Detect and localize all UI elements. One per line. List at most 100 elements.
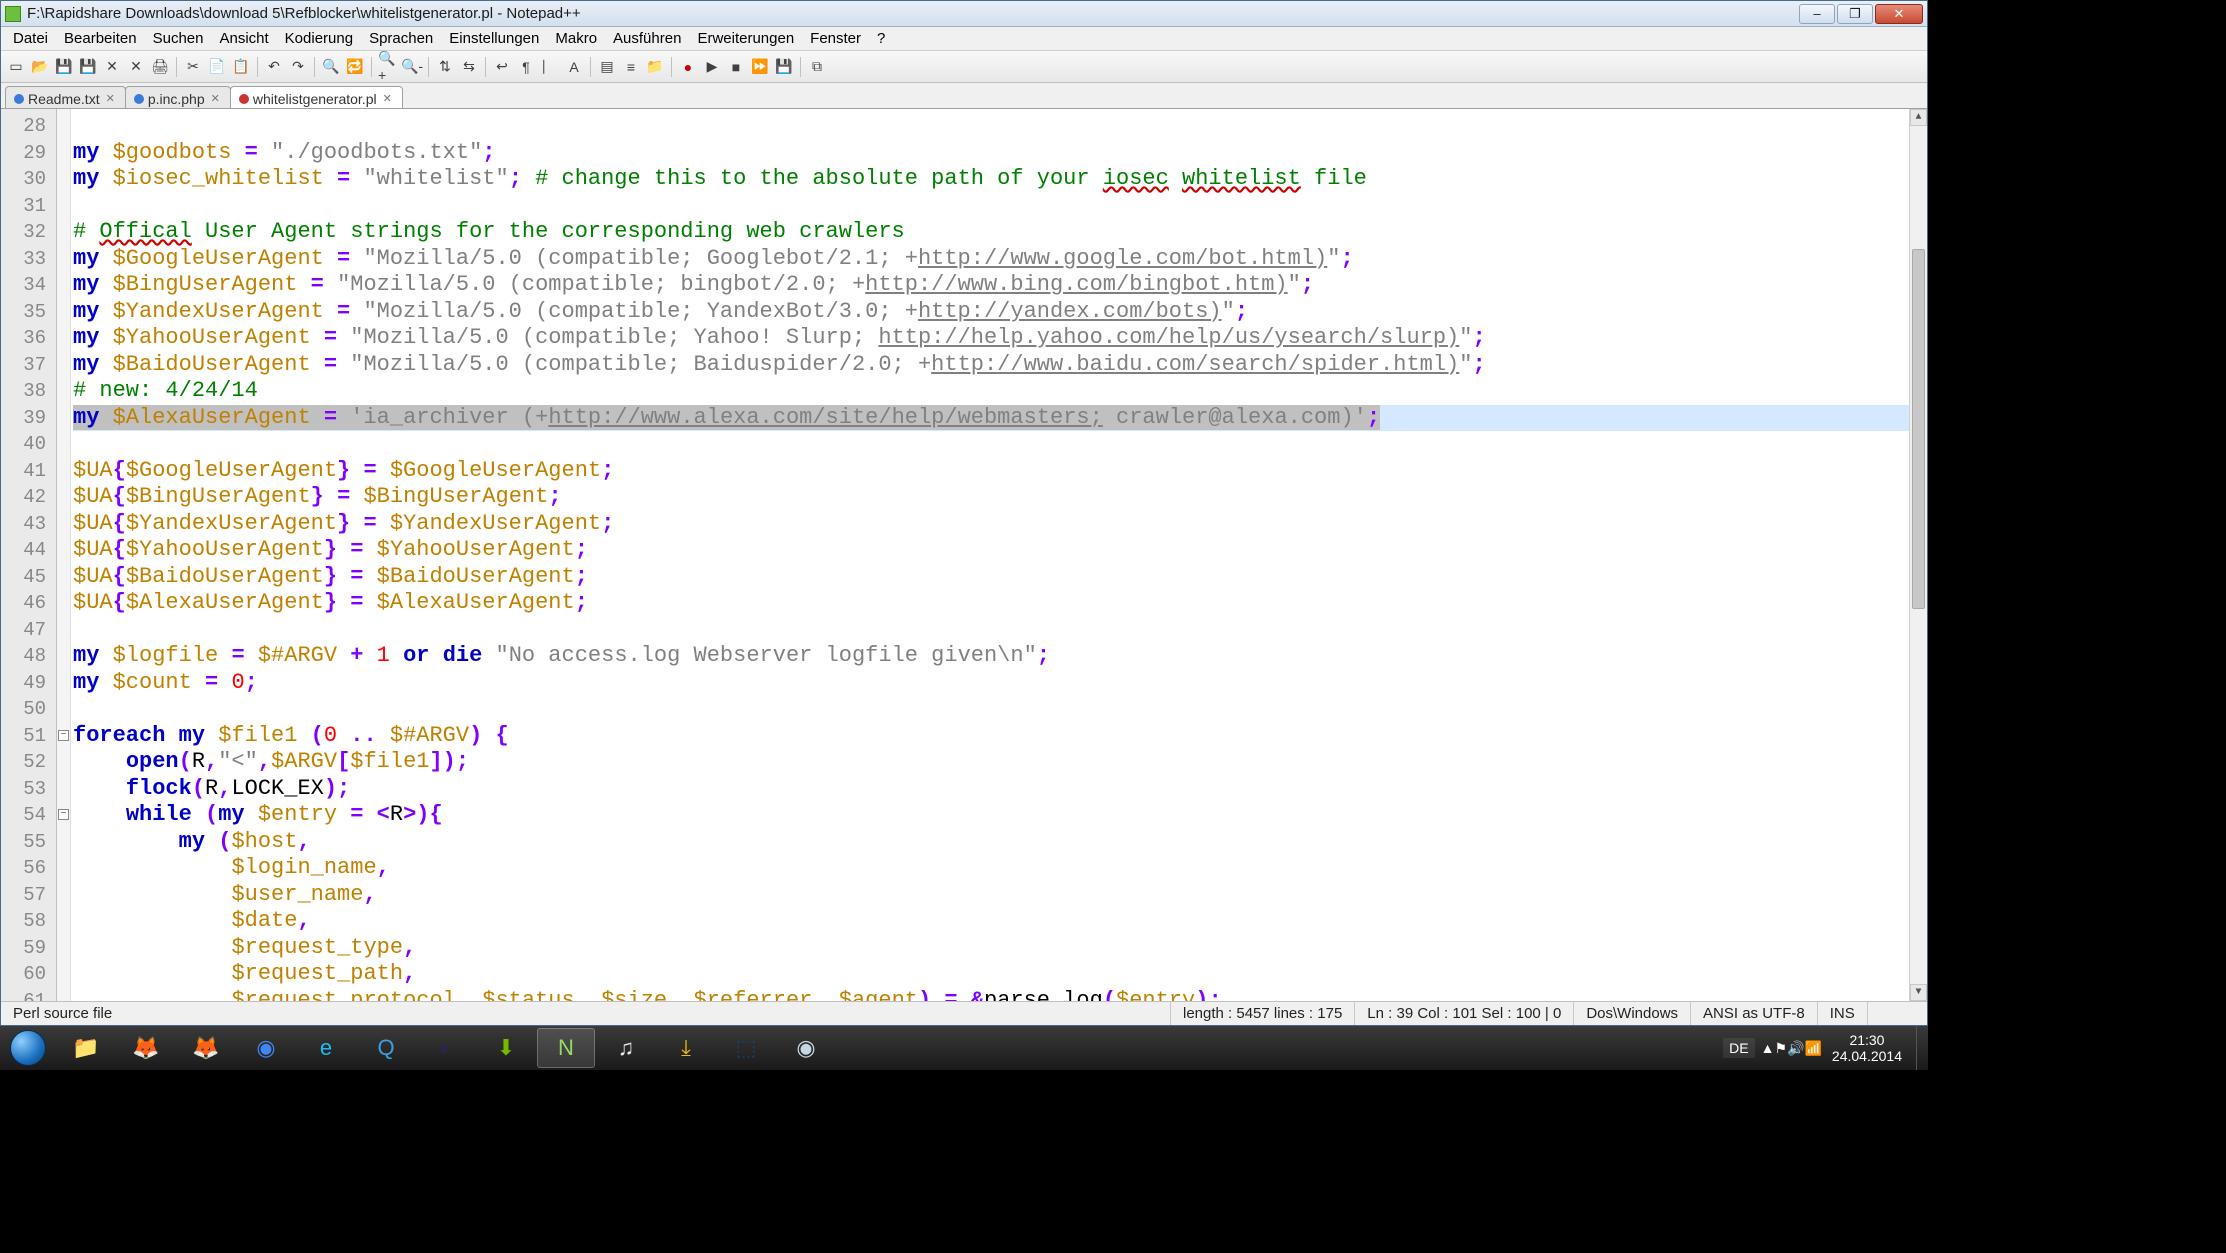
func-list-button[interactable]: ≡: [620, 56, 642, 78]
menu-fenster[interactable]: Fenster: [802, 28, 869, 49]
zoom-out-button[interactable]: 🔍-: [401, 56, 423, 78]
code-line[interactable]: my $iosec_whitelist = "whitelist"; # cha…: [73, 166, 1909, 193]
cut-button[interactable]: ✂: [182, 56, 204, 78]
status-eol[interactable]: Dos\Windows: [1574, 1002, 1691, 1025]
code-line[interactable]: my $BingUserAgent = "Mozilla/5.0 (compat…: [73, 272, 1909, 299]
code-line[interactable]: [73, 113, 1909, 140]
taskbar-firefox-button[interactable]: 🦊: [177, 1028, 235, 1068]
taskbar-explorer-button[interactable]: 📁: [57, 1028, 115, 1068]
show-desktop-button[interactable]: [1916, 1026, 1928, 1070]
menu-einstellungen[interactable]: Einstellungen: [441, 28, 547, 49]
menu-suchen[interactable]: Suchen: [145, 28, 212, 49]
status-encoding[interactable]: ANSI as UTF-8: [1691, 1002, 1818, 1025]
tray-icon-3[interactable]: 📶: [1804, 1040, 1821, 1056]
code-line[interactable]: $date,: [73, 908, 1909, 935]
code-line[interactable]: $request_path,: [73, 961, 1909, 988]
undo-button[interactable]: ↶: [263, 56, 285, 78]
tray-icon-2[interactable]: 🔊: [1787, 1040, 1804, 1056]
clock[interactable]: 21:30 24.04.2014: [1822, 1032, 1912, 1064]
scroll-up-arrow-icon[interactable]: ▲: [1910, 109, 1927, 126]
menu-makro[interactable]: Makro: [547, 28, 605, 49]
show-all-button[interactable]: ¶: [515, 56, 537, 78]
sync-h-button[interactable]: ⇆: [458, 56, 480, 78]
open-file-button[interactable]: 📂: [29, 56, 51, 78]
status-insert-mode[interactable]: INS: [1818, 1002, 1868, 1025]
wrap-button[interactable]: ↩: [491, 56, 513, 78]
code-line[interactable]: my $logfile = $#ARGV + 1 or die "No acce…: [73, 643, 1909, 670]
indent-guide-button[interactable]: ⎸: [539, 56, 561, 78]
code-line[interactable]: my $BaidoUserAgent = "Mozilla/5.0 (compa…: [73, 352, 1909, 379]
code-line[interactable]: my $count = 0;: [73, 670, 1909, 697]
taskbar-notepadpp-button[interactable]: N: [537, 1028, 595, 1068]
code-line[interactable]: my $AlexaUserAgent = 'ia_archiver (+http…: [73, 405, 1909, 432]
code-line[interactable]: # new: 4/24/14: [73, 378, 1909, 405]
compare-button[interactable]: ⧉: [806, 56, 828, 78]
minimize-button[interactable]: –: [1799, 4, 1835, 24]
tray-icon-0[interactable]: ▲: [1761, 1040, 1775, 1056]
menu-datei[interactable]: Datei: [5, 28, 56, 49]
replace-button[interactable]: 🔁: [344, 56, 366, 78]
scroll-down-arrow-icon[interactable]: ▼: [1910, 984, 1927, 1001]
menu-ausführen[interactable]: Ausführen: [605, 28, 689, 49]
start-button[interactable]: [0, 1026, 56, 1070]
macro-stop-button[interactable]: ■: [725, 56, 747, 78]
macro-rec-button[interactable]: ●: [677, 56, 699, 78]
code-line[interactable]: my $goodbots = "./goodbots.txt";: [73, 140, 1909, 167]
code-line[interactable]: $UA{$YahooUserAgent} = $YahooUserAgent;: [73, 537, 1909, 564]
code-line[interactable]: while (my $entry = <R>){: [73, 802, 1909, 829]
redo-button[interactable]: ↷: [287, 56, 309, 78]
code-line[interactable]: $user_name,: [73, 882, 1909, 909]
taskbar-steam-button[interactable]: ◉: [777, 1028, 835, 1068]
lang-button[interactable]: A: [563, 56, 585, 78]
code-line[interactable]: $UA{$YandexUserAgent} = $YandexUserAgent…: [73, 511, 1909, 538]
menu-kodierung[interactable]: Kodierung: [277, 28, 361, 49]
code-line[interactable]: [73, 696, 1909, 723]
macro-play-button[interactable]: ▶: [701, 56, 723, 78]
taskbar-utorrent-button[interactable]: ⬇: [477, 1028, 535, 1068]
taskbar-chrome-button[interactable]: ◉: [237, 1028, 295, 1068]
code-line[interactable]: open(R,"<",$ARGV[$file1]);: [73, 749, 1909, 776]
close-all-button[interactable]: ✕: [125, 56, 147, 78]
paste-button[interactable]: 📋: [230, 56, 252, 78]
tab-close-icon[interactable]: ✕: [211, 92, 220, 105]
fold-toggle-icon[interactable]: −: [58, 809, 69, 820]
taskbar-foobar-button[interactable]: ♫: [597, 1028, 655, 1068]
copy-button[interactable]: 📄: [206, 56, 228, 78]
menu-sprachen[interactable]: Sprachen: [361, 28, 441, 49]
find-button[interactable]: 🔍: [320, 56, 342, 78]
tab-whitelistgenerator-pl[interactable]: whitelistgenerator.pl✕: [230, 86, 403, 108]
code-line[interactable]: $UA{$BaidoUserAgent} = $BaidoUserAgent;: [73, 564, 1909, 591]
code-line[interactable]: $request_type,: [73, 935, 1909, 962]
code-line[interactable]: my $GoogleUserAgent = "Mozilla/5.0 (comp…: [73, 246, 1909, 273]
taskbar-gimp-button[interactable]: 🦊: [117, 1028, 175, 1068]
menu-erweiterungen[interactable]: Erweiterungen: [689, 28, 802, 49]
code-line[interactable]: $login_name,: [73, 855, 1909, 882]
code-line[interactable]: $request_protocol, $status, $size, $refe…: [73, 988, 1909, 1002]
editor[interactable]: 2829303132333435363738394041424344454647…: [1, 109, 1927, 1001]
maximize-button[interactable]: ❐: [1837, 4, 1873, 24]
taskbar-quicktime-button[interactable]: Q: [357, 1028, 415, 1068]
fold-toggle-icon[interactable]: −: [58, 730, 69, 741]
code-area[interactable]: my $goodbots = "./goodbots.txt";my $iose…: [71, 109, 1909, 1001]
close-button[interactable]: ✕: [1875, 4, 1923, 24]
print-button[interactable]: 🖨: [149, 56, 171, 78]
code-line[interactable]: [73, 617, 1909, 644]
code-line[interactable]: [73, 193, 1909, 220]
code-line[interactable]: $UA{$GoogleUserAgent} = $GoogleUserAgent…: [73, 458, 1909, 485]
menu-bearbeiten[interactable]: Bearbeiten: [56, 28, 145, 49]
tray-icon-1[interactable]: ⚑: [1774, 1040, 1787, 1056]
scrollbar-thumb[interactable]: [1912, 249, 1925, 609]
taskbar-ie-button[interactable]: e: [297, 1028, 355, 1068]
language-indicator[interactable]: DE: [1723, 1038, 1754, 1058]
doc-map-button[interactable]: ▤: [596, 56, 618, 78]
code-line[interactable]: $UA{$BingUserAgent} = $BingUserAgent;: [73, 484, 1909, 511]
zoom-in-button[interactable]: 🔍+: [377, 56, 399, 78]
code-line[interactable]: my ($host,: [73, 829, 1909, 856]
tab-close-icon[interactable]: ✕: [106, 92, 115, 105]
code-line[interactable]: my $YahooUserAgent = "Mozilla/5.0 (compa…: [73, 325, 1909, 352]
titlebar[interactable]: F:\Rapidshare Downloads\download 5\Refbl…: [1, 1, 1927, 27]
code-line[interactable]: my $YandexUserAgent = "Mozilla/5.0 (comp…: [73, 299, 1909, 326]
vertical-scrollbar[interactable]: ▲ ▼: [1909, 109, 1927, 1001]
tab-close-icon[interactable]: ✕: [383, 92, 392, 105]
fold-column[interactable]: −−: [57, 109, 71, 1001]
